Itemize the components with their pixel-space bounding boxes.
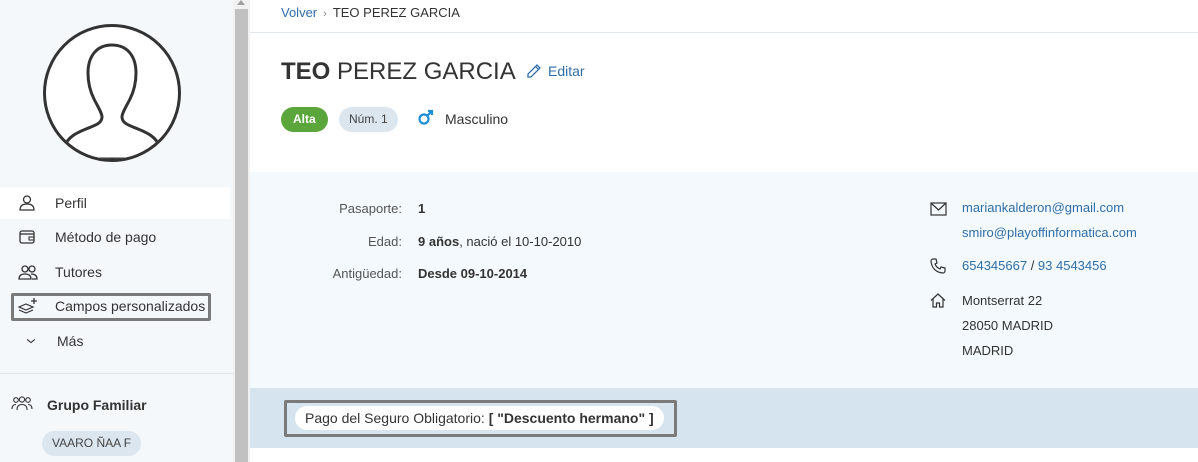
- breadcrumb-current: TEO PEREZ GARCIA: [332, 5, 460, 20]
- passport-number: 1: [418, 201, 426, 216]
- gender-text: Masculino: [445, 111, 509, 127]
- sidebar-scrollbar[interactable]: [233, 0, 250, 462]
- chevron-down-icon: [26, 339, 36, 344]
- main-content: Volver › TEO PEREZ GARCIA TEO PEREZ GARCIA…: [250, 0, 1198, 462]
- sidebar-item-mas[interactable]: Más: [0, 325, 230, 357]
- scroll-up-icon[interactable]: [237, 0, 245, 5]
- address-line-2: 28050 MADRID: [962, 318, 1054, 333]
- male-icon: [418, 109, 434, 125]
- seniority-label: Antigüedad:: [332, 266, 402, 281]
- pencil-icon: [527, 64, 541, 78]
- breadcrumb-separator: ›: [323, 8, 327, 20]
- users-icon: [18, 265, 38, 280]
- email-1: mariankalderon@gmail.com: [962, 200, 1124, 215]
- family-group-icon: [11, 396, 33, 411]
- edit-label: Editar: [548, 63, 585, 79]
- sidebar: Perfil Método de pago Tutores Campos per…: [0, 0, 233, 462]
- avatar: [43, 24, 181, 162]
- email-link[interactable]: mariankalderon@gmail.com: [962, 200, 1124, 215]
- sidebar-item-label: Perfil: [55, 195, 87, 211]
- first-name: TEO: [281, 58, 331, 85]
- sidebar-item-perfil[interactable]: Perfil: [0, 187, 230, 219]
- sidebar-item-label: Tutores: [55, 264, 102, 280]
- age-label: Edad:: [368, 234, 402, 249]
- sidebar-divider: [0, 373, 233, 374]
- person-silhouette-icon: [62, 43, 162, 159]
- breadcrumb-divider: [250, 32, 1198, 33]
- phone-link[interactable]: 93 4543456: [1038, 258, 1107, 273]
- user-icon: [19, 195, 35, 211]
- passport-value: 1: [418, 201, 425, 216]
- sidebar-item-label: Método de pago: [55, 229, 157, 245]
- email-2: smiro@playoffinformatica.com: [962, 225, 1137, 240]
- email-link[interactable]: smiro@playoffinformatica.com: [962, 225, 1137, 240]
- edit-button[interactable]: Editar: [526, 63, 585, 79]
- sidebar-item-metodo-de-pago[interactable]: Método de pago: [0, 221, 230, 253]
- info-panel: Pasaporte: 1 Edad: 9 años, nació el 10-1…: [250, 172, 1198, 388]
- seniority-value: Desde 09-10-2014: [418, 266, 527, 281]
- scrollbar-thumb[interactable]: [235, 9, 248, 462]
- sidebar-item-label: Más: [57, 333, 84, 349]
- status-badge: Alta: [281, 107, 328, 132]
- age-years: 9 años: [418, 234, 460, 249]
- group-member-chip[interactable]: VAARO ÑAA F: [42, 431, 142, 456]
- highlight-frame: [11, 293, 211, 321]
- address-line-1: Montserrat 22: [962, 293, 1043, 308]
- mail-icon: [930, 202, 947, 216]
- phone-icon: [930, 258, 946, 274]
- custom-fields-bar: Pago del Seguro Obligatorio: [ "Descuent…: [250, 388, 1198, 448]
- phone-numbers: 654345667 / 93 4543456: [962, 258, 1107, 273]
- phone-separator: /: [1027, 258, 1038, 273]
- seniority-date: Desde 09-10-2014: [418, 266, 528, 281]
- page-title: TEO PEREZ GARCIA: [281, 58, 516, 86]
- passport-label: Pasaporte:: [339, 201, 402, 216]
- breadcrumb: Volver › TEO PEREZ GARCIA: [281, 5, 460, 20]
- wallet-icon: [19, 230, 35, 244]
- sidebar-item-tutores[interactable]: Tutores: [0, 256, 230, 288]
- member-number-badge: Núm. 1: [339, 107, 398, 132]
- address-line-3: MADRID: [962, 343, 1014, 358]
- group-title: Grupo Familiar: [47, 397, 147, 413]
- breadcrumb-back-link[interactable]: Volver: [281, 5, 317, 20]
- highlight-frame: [284, 400, 677, 437]
- phone-link[interactable]: 654345667: [962, 258, 1027, 273]
- last-name: PEREZ GARCIA: [337, 58, 516, 85]
- age-value: 9 años, nació el 10-10-2010: [418, 234, 581, 249]
- birth-date: , nació el 10-10-2010: [459, 234, 582, 249]
- home-icon: [930, 293, 946, 308]
